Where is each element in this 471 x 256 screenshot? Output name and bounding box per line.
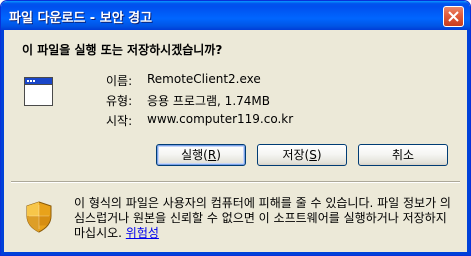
file-source-label: 시작: xyxy=(106,114,133,128)
cancel-button-label: 취소 xyxy=(391,148,415,162)
run-button[interactable]: 실행(R) xyxy=(156,144,246,166)
cancel-button[interactable]: 취소 xyxy=(358,144,448,166)
risk-link[interactable]: 위험성 xyxy=(126,226,159,240)
file-name-value: RemoteClient2.exe xyxy=(147,72,261,86)
security-shield-icon xyxy=(26,201,52,233)
file-download-dialog: 파일 다운로드 - 보안 경고 이 파일을 실행 또는 저장하시겠습니까? 이름… xyxy=(0,0,471,256)
run-button-label: 실행(R) xyxy=(181,148,221,162)
file-source-value: www.computer119.co.kr xyxy=(147,112,294,126)
application-window-icon xyxy=(24,77,53,106)
window-frame-right xyxy=(467,30,470,255)
title-bar[interactable]: 파일 다운로드 - 보안 경고 xyxy=(1,1,470,30)
close-icon xyxy=(448,11,459,22)
file-type-value: 응용 프로그램, 1.74MB xyxy=(147,94,270,108)
window-frame-bottom xyxy=(1,252,470,255)
close-button[interactable] xyxy=(443,6,464,27)
file-name-label: 이름: xyxy=(106,74,133,88)
security-warning-text: 이 형식의 파일은 사용자의 컴퓨터에 피해를 줄 수 있습니다. 파일 정보가… xyxy=(74,196,459,241)
window-frame-left xyxy=(1,30,4,255)
save-button[interactable]: 저장(S) xyxy=(257,144,347,166)
save-button-label: 저장(S) xyxy=(282,148,322,162)
file-type-label: 유형: xyxy=(106,94,133,108)
divider-highlight xyxy=(11,182,460,183)
run-or-save-question: 이 파일을 실행 또는 저장하시겠습니까? xyxy=(22,43,223,57)
window-title: 파일 다운로드 - 보안 경고 xyxy=(9,11,153,26)
